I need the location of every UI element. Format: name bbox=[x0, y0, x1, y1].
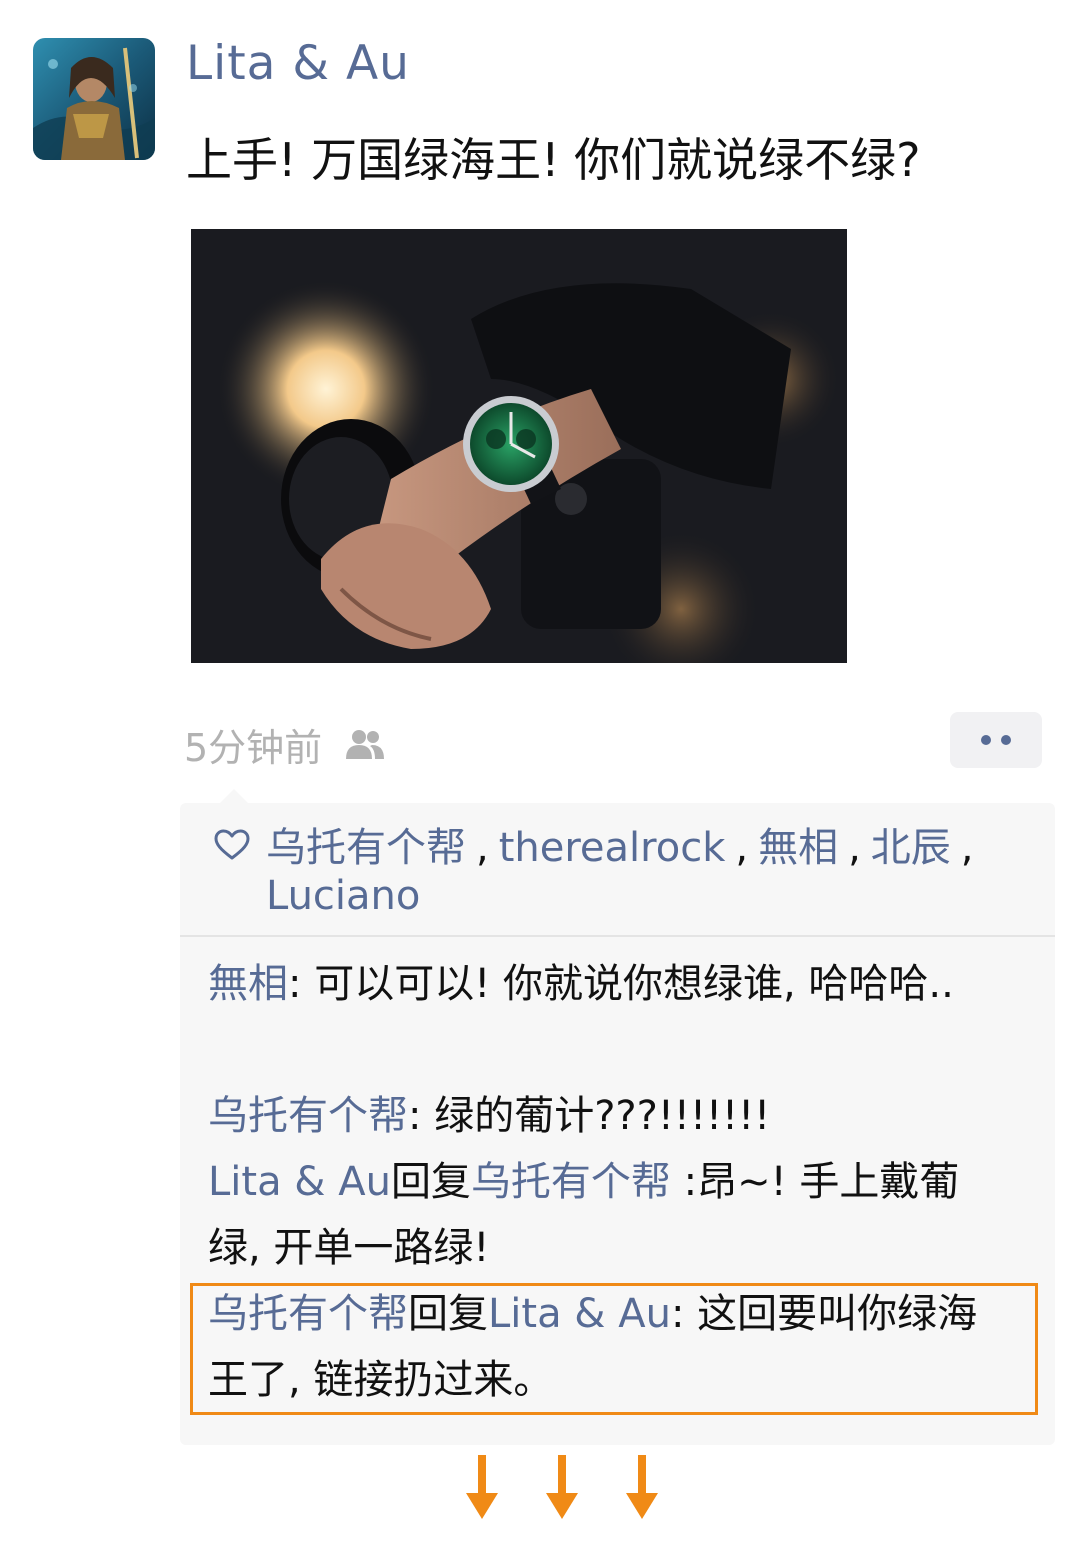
like-separator: , bbox=[848, 825, 861, 871]
comment-author[interactable]: 乌托有个帮 bbox=[208, 1093, 408, 1139]
like-name[interactable]: 無相 bbox=[758, 825, 838, 871]
like-name[interactable]: Luciano bbox=[266, 873, 420, 919]
comment-author[interactable]: Lita & Au bbox=[208, 1159, 391, 1205]
comment[interactable]: 無相: 可以可以! 你就说你想绿谁, 哈哈哈.. bbox=[208, 951, 1008, 1017]
timestamp: 5分钟前 bbox=[184, 725, 323, 770]
panel-notch bbox=[220, 789, 248, 803]
comment-text: 绿的葡计???!!!!!!! bbox=[434, 1093, 771, 1139]
arrow-down-icon bbox=[466, 1455, 498, 1519]
like-name[interactable]: therealrock bbox=[499, 825, 726, 871]
comment-colon: : bbox=[683, 1159, 698, 1205]
comment[interactable]: Lita & Au回复乌托有个帮 :昂~! 手上戴葡绿, 开单一路绿! bbox=[208, 1149, 1008, 1281]
heart-icon bbox=[214, 829, 250, 860]
watch-photo bbox=[191, 229, 847, 663]
down-arrows bbox=[466, 1455, 658, 1519]
avatar[interactable] bbox=[33, 38, 155, 160]
reply-word: 回复 bbox=[390, 1159, 471, 1205]
comment[interactable]: 乌托有个帮回复Lita & Au: 这回要叫你绿海王了, 链接扔过来。 bbox=[208, 1281, 1008, 1413]
post-author[interactable]: Lita & Au bbox=[186, 36, 410, 91]
likes-line: Luciano bbox=[266, 873, 420, 919]
comment-author[interactable]: 無相 bbox=[208, 961, 288, 1007]
post-text: 上手! 万国绿海王! 你们就说绿不绿? bbox=[186, 133, 921, 187]
post-photo[interactable] bbox=[191, 229, 847, 663]
arrow-down-icon bbox=[546, 1455, 578, 1519]
more-dots-icon bbox=[1001, 735, 1011, 745]
like-name[interactable]: 北辰 bbox=[871, 825, 951, 871]
comment-author[interactable]: 乌托有个帮 bbox=[208, 1291, 408, 1337]
like-separator: , bbox=[476, 825, 489, 871]
reply-to[interactable]: Lita & Au bbox=[488, 1291, 671, 1337]
post-meta: 5分钟前 bbox=[184, 720, 388, 770]
friends-icon bbox=[346, 730, 385, 759]
comment-colon: : bbox=[288, 961, 302, 1007]
arrow-down-icon bbox=[626, 1455, 658, 1519]
like-separator: , bbox=[735, 825, 749, 871]
reply-to[interactable]: 乌托有个帮 bbox=[471, 1159, 671, 1205]
like-name[interactable]: 乌托有个帮 bbox=[266, 825, 466, 871]
more-button[interactable] bbox=[950, 712, 1042, 768]
interaction-panel: 乌托有个帮, therealrock, 無相, 北辰, Luciano 無相: 可以可… bbox=[180, 789, 1055, 1445]
comment-colon: : bbox=[408, 1093, 422, 1139]
avatar-image bbox=[33, 38, 155, 160]
like-separator: , bbox=[960, 825, 974, 871]
comment-colon: : bbox=[670, 1291, 685, 1337]
comment-text: 可以可以! 你就说你想绿谁, 哈哈哈.. bbox=[314, 961, 954, 1007]
likes-line: 乌托有个帮, therealrock, 無相, 北辰, bbox=[266, 815, 984, 873]
likes-section: 乌托有个帮, therealrock, 無相, 北辰, Luciano bbox=[180, 803, 1055, 937]
comment[interactable]: 乌托有个帮: 绿的葡计???!!!!!!! bbox=[208, 1083, 1008, 1149]
reply-word: 回复 bbox=[408, 1291, 488, 1337]
more-dots-icon bbox=[981, 735, 991, 745]
